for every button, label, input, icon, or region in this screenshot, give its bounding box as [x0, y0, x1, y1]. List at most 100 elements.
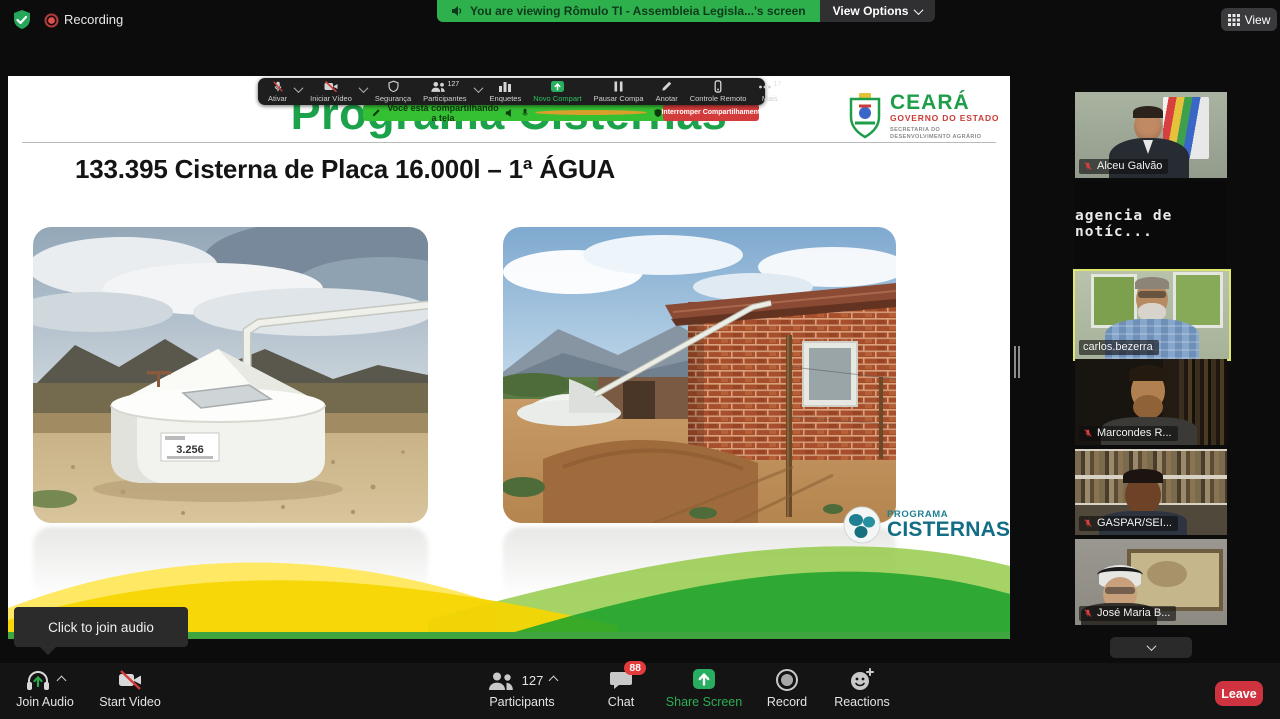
participant-name-badge: GASPAR/SEI...	[1079, 516, 1178, 531]
chevron-down-icon	[914, 5, 924, 15]
chevron-down-icon	[1146, 641, 1156, 651]
participants-count: 127	[522, 673, 544, 688]
view-button[interactable]: View	[1221, 8, 1277, 31]
pencil-icon	[660, 80, 673, 93]
annotate-mini-icon	[371, 108, 381, 118]
cisternas-drops-icon	[843, 506, 881, 544]
participants-icon	[430, 80, 446, 93]
leave-meeting-button[interactable]: Leave	[1215, 681, 1263, 706]
participant-name-badge: Alceu Galvão	[1079, 159, 1168, 174]
participant-tile-carlos-active-speaker[interactable]: carlos.bezerra	[1073, 269, 1231, 361]
mic-muted-icon	[1083, 608, 1093, 618]
chevron-down-icon[interactable]	[473, 80, 484, 98]
pause-icon	[613, 80, 624, 93]
status-dot-icon	[535, 110, 647, 115]
share-screen-icon	[689, 668, 719, 692]
more-ellipsis-icon	[758, 80, 772, 93]
recording-label: Recording	[64, 12, 123, 27]
security-shield-icon[interactable]	[11, 9, 33, 31]
participant-hair	[1129, 365, 1167, 381]
cistern-number-label: 3.256	[176, 444, 204, 456]
unmute-button[interactable]: Ativar	[262, 79, 293, 105]
participant-tile-marcondes[interactable]: Marcondes R...	[1075, 359, 1227, 445]
participant-name-badge: José Maria B...	[1079, 606, 1176, 621]
video-muted-icon	[116, 669, 144, 691]
photo-cistern-field: 3.256	[33, 227, 428, 523]
speaker-mini-icon	[505, 108, 515, 118]
mic-mini-icon	[521, 108, 529, 118]
sharing-status-text: Você está compartilhando a tela	[387, 103, 499, 123]
start-video-button[interactable]: Iniciar Vídeo	[304, 79, 358, 105]
wall-frame-decor	[1173, 272, 1223, 328]
record-icon	[775, 668, 799, 692]
participant-tile-alceu[interactable]: Alceu Galvão	[1075, 92, 1227, 178]
brick-house-illustration	[503, 227, 896, 523]
remote-control-button[interactable]: Controle Remoto	[684, 79, 753, 105]
zoom-meeting-window: Recording You are viewing Rômulo TI - As…	[0, 0, 1280, 719]
participant-name-badge: Marcondes R...	[1079, 426, 1178, 441]
pause-share-button[interactable]: Pausar Compa	[588, 79, 650, 105]
view-options-label: View Options	[833, 4, 909, 18]
programa-cisternas-logo: PROGRAMA CISTERNAS	[843, 506, 1010, 544]
chat-button[interactable]: 88 Chat	[596, 668, 646, 709]
participant-name-badge: carlos.bezerra	[1079, 340, 1159, 355]
mic-muted-icon	[1083, 428, 1093, 438]
new-share-button[interactable]: Novo Compart	[527, 79, 587, 105]
shared-screen-slide: Programa Cisternas 133.395 Cisterna de P…	[8, 76, 1010, 639]
join-audio-button[interactable]: Join Audio	[8, 668, 82, 709]
annotate-button[interactable]: Anotar	[650, 79, 684, 105]
chevron-up-icon[interactable]	[57, 675, 67, 685]
participant-hair	[1135, 277, 1169, 289]
slide-heading: 133.395 Cisterna de Placa 16.000l – 1ª Á…	[75, 154, 615, 185]
video-muted-icon	[323, 80, 339, 93]
cistern-field-illustration: 3.256	[33, 227, 428, 523]
share-screen-button[interactable]: Share Screen	[655, 668, 753, 709]
ceara-logo-dept1: SECRETARIA DO	[890, 127, 999, 133]
chevron-down-icon[interactable]	[358, 80, 369, 98]
join-audio-tooltip: Click to join audio	[14, 607, 188, 647]
meeting-control-bar: Join Audio Start Video 127	[0, 663, 1280, 719]
record-button[interactable]: Record	[758, 668, 816, 709]
recording-indicator-icon	[44, 13, 59, 28]
chevron-down-icon[interactable]	[293, 80, 304, 98]
participants-button[interactable]: 127 Participantes	[417, 79, 472, 105]
screen-share-toolbar: Ativar Iniciar Vídeo Segurança	[258, 78, 765, 105]
chat-unread-badge: 88	[624, 661, 646, 675]
mic-muted-icon	[1083, 161, 1093, 171]
polls-chart-icon	[498, 80, 512, 93]
eyeglasses	[1105, 587, 1135, 594]
panel-resize-handle[interactable]	[1014, 346, 1020, 378]
remote-control-icon	[713, 80, 723, 93]
participants-button[interactable]: 127 Participants	[472, 668, 572, 709]
slide-title-rule	[22, 142, 996, 143]
ceara-logo-name: CEARÁ	[890, 93, 999, 113]
polls-button[interactable]: Enquetes	[484, 79, 528, 105]
participant-tile-agencia[interactable]: agencia de notíc...	[1075, 181, 1227, 267]
mic-muted-icon	[1083, 518, 1093, 528]
reactions-smiley-icon	[849, 668, 875, 692]
participant-tile-jose[interactable]: José Maria B...	[1075, 539, 1227, 625]
grid-view-icon	[1228, 14, 1240, 26]
cisternas-logo-big: CISTERNAS	[887, 518, 1010, 542]
shield-icon	[387, 80, 400, 93]
stop-share-label: Interromper Compartilhamento	[661, 109, 764, 116]
participant-tile-gaspar[interactable]: GASPAR/SEI...	[1075, 449, 1227, 535]
photo-brick-house	[503, 227, 896, 523]
mic-muted-icon	[271, 80, 285, 93]
chevron-up-icon[interactable]	[549, 675, 559, 685]
sharing-status-pill: Você está compartilhando a tela	[363, 104, 671, 121]
participants-scroll-down-button[interactable]	[1110, 637, 1192, 658]
viewing-banner-text-area: You are viewing Rômulo TI - Assembleia L…	[437, 0, 820, 22]
reactions-button[interactable]: Reactions	[826, 668, 898, 709]
security-button[interactable]: Segurança	[369, 79, 417, 105]
participant-name-text: agencia de notíc...	[1075, 181, 1227, 267]
map-detail	[1147, 561, 1187, 587]
participant-hair	[1133, 106, 1163, 118]
headset-band	[1097, 567, 1143, 583]
stop-share-button[interactable]: Interromper Compartilhamento	[663, 104, 759, 121]
speaker-icon	[451, 5, 463, 17]
more-button[interactable]: 17 Mais	[752, 79, 787, 105]
viewing-banner: You are viewing Rômulo TI - Assembleia L…	[437, 0, 935, 22]
start-video-button[interactable]: Start Video	[92, 668, 168, 709]
view-options-button[interactable]: View Options	[820, 0, 936, 22]
